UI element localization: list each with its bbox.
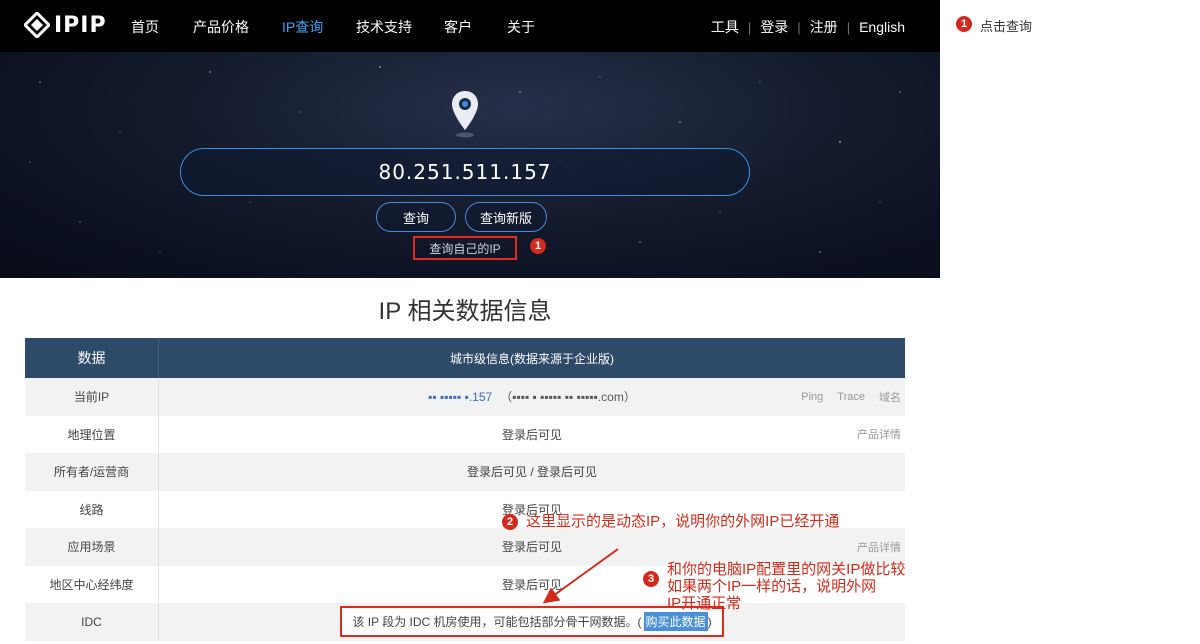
annotation-step3-line2: 如果两个IP一样的话，说明外网 — [667, 578, 877, 595]
header-col-city-info: 城市级信息(数据来源于企业版) — [450, 351, 614, 366]
annotation-step3-line1: 和你的电脑IP配置里的网关IP做比较 — [667, 561, 906, 578]
current-ip-link[interactable]: ▪▪ ▪▪▪▪▪ ▪.157 — [428, 390, 492, 404]
table-row-scenario: 应用场景 登录后可见 产品详情 — [25, 528, 905, 566]
legend-badge-1: 1 — [956, 16, 972, 32]
table-row-location: 地理位置 登录后可见 产品详情 — [25, 415, 905, 454]
idc-text-tail: ) — [707, 614, 712, 629]
nav-tools-link[interactable]: 工具 — [711, 17, 739, 37]
row-value-text: 登录后可见 — [501, 577, 562, 592]
nav-item-customers[interactable]: 客户 — [444, 17, 472, 37]
header-col-data: 数据 — [25, 338, 159, 378]
product-details-link[interactable]: 产品详情 — [857, 539, 901, 555]
query-new-version-button[interactable]: 查询新版 — [465, 202, 547, 232]
top-nav: IPIP 首页 产品价格 IP查询 技术支持 客户 关于 工具 | 登录 | 注… — [0, 0, 940, 52]
trace-link[interactable]: Trace — [837, 391, 865, 403]
ipip-logo[interactable]: IPIP — [24, 12, 107, 38]
row-value: 该 IP 段为 IDC 机房使用，可能包括部分骨干网数据。( 购买此数据 ) — [159, 603, 905, 641]
table-row-idc: IDC 该 IP 段为 IDC 机房使用，可能包括部分骨干网数据。( 购买此数据… — [25, 603, 905, 641]
annotation-step3-line3: IP开通正常 — [667, 595, 742, 612]
table-row-owner-isp: 所有者/运营商 登录后可见 / 登录后可见 — [25, 453, 905, 491]
row-label: IDC — [25, 603, 159, 641]
annotation-badge-2: 2 — [502, 514, 518, 530]
nav-separator: | — [747, 19, 752, 35]
row-value: 登录后可见 / 登录后可见 — [159, 453, 905, 491]
legend-step1-text: 点击查询 — [980, 19, 1033, 34]
ip-search-input[interactable]: 80.251.511.157 — [180, 148, 750, 196]
nav-separator: | — [846, 19, 851, 35]
nav-register-link[interactable]: 注册 — [810, 17, 838, 37]
query-button[interactable]: 查询 — [376, 202, 456, 232]
row-label: 线路 — [25, 490, 159, 528]
product-details-link[interactable]: 产品详情 — [857, 426, 901, 442]
row-value-text: 登录后可见 — [501, 427, 562, 442]
domain-link[interactable]: 域名 — [879, 389, 901, 405]
row-label: 当前IP — [25, 378, 159, 416]
section-title: IP 相关数据信息 — [378, 298, 552, 325]
table-header: 数据 城市级信息(数据来源于企业版) — [25, 338, 905, 378]
logo-text: IPIP — [54, 12, 107, 38]
ip-input-value: 80.251.511.157 — [378, 160, 552, 184]
annotation-badge-3: 3 — [643, 571, 659, 587]
annotation-badge-1: 1 — [530, 238, 546, 254]
buy-data-link[interactable]: 购买此数据 — [643, 612, 708, 632]
nav-login-link[interactable]: 登录 — [760, 17, 788, 37]
nav-item-ip-query[interactable]: IP查询 — [282, 17, 323, 37]
row-label: 应用场景 — [25, 528, 159, 566]
ping-link[interactable]: Ping — [801, 391, 823, 403]
ip-info-table: 数据 城市级信息(数据来源于企业版) 当前IP ▪▪ ▪▪▪▪▪ ▪.157 （… — [25, 338, 905, 641]
row-value-text: 登录后可见 / 登录后可见 — [466, 465, 597, 480]
nav-item-pricing[interactable]: 产品价格 — [193, 17, 249, 37]
idc-text: 该 IP 段为 IDC 机房使用，可能包括部分骨干网数据。( — [352, 615, 642, 630]
row-label: 所有者/运营商 — [25, 453, 159, 491]
row-value-text: 登录后可见 — [501, 540, 562, 555]
nav-item-support[interactable]: 技术支持 — [356, 17, 412, 37]
row-label: 地理位置 — [25, 415, 159, 453]
row-value: ▪▪ ▪▪▪▪▪ ▪.157 （▪▪▪▪ ▪ ▪▪▪▪▪ ▪▪ ▪▪▪▪▪.co… — [159, 378, 905, 416]
hero-search-area: 80.251.511.157 查询 查询新版 查询自己的IP — [0, 52, 940, 278]
row-value: 登录后可见 产品详情 — [159, 416, 905, 454]
nav-separator: | — [797, 19, 801, 35]
current-ip-host: （▪▪▪▪ ▪ ▪▪▪▪▪ ▪▪ ▪▪▪▪▪.com） — [500, 390, 636, 405]
nav-item-about[interactable]: 关于 — [507, 17, 535, 37]
location-pin-icon — [452, 91, 478, 138]
nav-item-home[interactable]: 首页 — [131, 17, 159, 37]
annotation-step2-text: 这里显示的是动态IP，说明你的外网IP已经开通 — [526, 513, 840, 530]
logo-diamond-icon — [24, 12, 50, 38]
row-label: 地区中心经纬度 — [25, 565, 159, 603]
nav-language-link[interactable]: English — [859, 19, 905, 35]
query-own-ip-link[interactable]: 查询自己的IP — [413, 236, 517, 260]
nav-right: 工具 | 登录 | 注册 | English — [711, 17, 905, 37]
table-row-current-ip: 当前IP ▪▪ ▪▪▪▪▪ ▪.157 （▪▪▪▪ ▪ ▪▪▪▪▪ ▪▪ ▪▪▪… — [25, 378, 905, 416]
row-value: 登录后可见 产品详情 — [159, 528, 905, 566]
row-actions: Ping Trace 域名 — [801, 378, 901, 416]
